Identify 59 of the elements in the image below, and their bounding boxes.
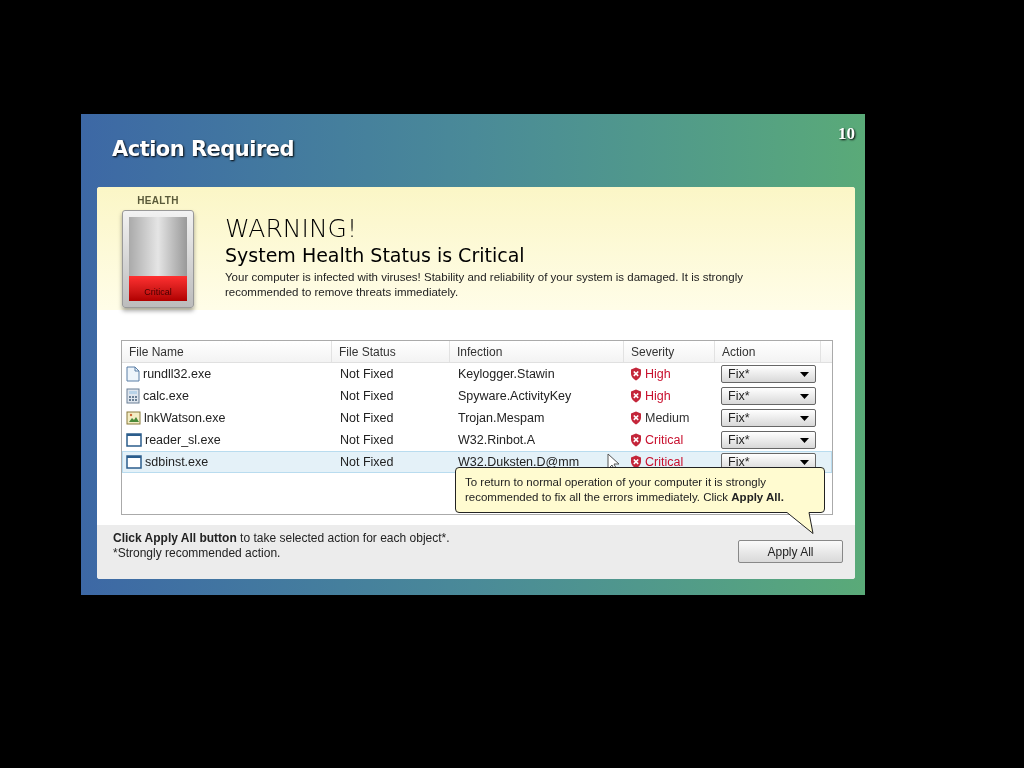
severity-label: Critical <box>645 453 684 471</box>
column-header[interactable]: File Name <box>122 341 332 362</box>
health-status: Critical <box>144 285 172 299</box>
table-cell-text: calc.exe <box>143 387 189 405</box>
column-header[interactable]: File Status <box>332 341 450 362</box>
table-cell: W32.Duksten.D@mm <box>458 454 580 469</box>
table-cell-text: reader_sl.exe <box>145 431 221 449</box>
caret-icon <box>800 371 809 377</box>
table-row[interactable]: reader_sl.exe Not Fixed W32.Rinbot.A Critical Fix* <box>122 429 832 451</box>
caret-icon <box>800 437 809 443</box>
table-row[interactable]: lnkWatson.exe Not Fixed Trojan.Mespam Medium Fix* <box>122 407 832 429</box>
shield-icon <box>630 411 642 425</box>
table-cell: W32.Rinbot.A <box>458 432 536 447</box>
column-header[interactable]: Action <box>715 341 821 362</box>
table-cell-text: rundll32.exe <box>143 365 212 383</box>
table-cell-text: Not Fixed <box>339 431 395 449</box>
action-dropdown[interactable]: Fix* <box>721 431 816 449</box>
document-icon <box>126 366 140 382</box>
countdown-timer: 10 <box>838 123 855 145</box>
table-row[interactable]: calc.exe Not Fixed Spyware.ActivityKey High Fix* <box>122 385 832 407</box>
table-cell-text: lnkWatson.exe <box>144 409 226 427</box>
warning-subheading: System Health Status is Critical <box>225 243 526 267</box>
table-cell-text: Not Fixed <box>339 387 395 405</box>
column-header[interactable]: Severity <box>624 341 715 362</box>
window-title: Action Required <box>112 136 294 163</box>
shield-icon <box>630 455 642 469</box>
image-icon <box>126 410 141 426</box>
table-cell: Keylogger.Stawin <box>458 366 555 381</box>
shield-icon <box>630 367 642 381</box>
shield-icon <box>630 433 642 447</box>
severity-label: High <box>645 365 671 383</box>
health-label: HEALTH <box>137 194 179 208</box>
table-row[interactable]: rundll32.exe Not Fixed Keylogger.Stawin High Fix* <box>122 363 832 385</box>
table-cell: Trojan.Mespam <box>458 410 545 425</box>
action-dropdown[interactable]: Fix* <box>721 409 816 427</box>
severity-label: Critical <box>645 431 684 449</box>
action-dropdown[interactable]: Fix* <box>721 387 816 405</box>
footer-footnote: *Strongly recommended action. <box>113 546 282 561</box>
calculator-icon <box>126 388 140 404</box>
warning-message: Your computer is infected with viruses! Stability and reliability of your system is damaged. It is strongly recommended to remove threats immediately. <box>225 270 744 300</box>
table-cell-text: Not Fixed <box>339 453 395 471</box>
warning-heading: WARNING! <box>225 215 358 243</box>
severity-label: High <box>645 387 671 405</box>
table-cell-text: Not Fixed <box>339 409 395 427</box>
table-cell: Spyware.ActivityKey <box>458 388 572 403</box>
action-dropdown[interactable]: Fix* <box>721 365 816 383</box>
window-icon <box>126 433 142 447</box>
window-icon <box>126 455 142 469</box>
caret-icon <box>800 415 809 421</box>
column-header[interactable]: Infection <box>450 341 624 362</box>
footer-note: Click Apply All button to take selected action for each object*. <box>113 531 450 546</box>
caret-icon <box>800 393 809 399</box>
apply-all-button[interactable]: Apply All <box>738 540 843 563</box>
tooltip-text: To return to normal operation of your computer it is strongly recommended to fix all the errors immediately. Click Apply All. <box>465 475 785 505</box>
severity-label: Medium <box>645 409 690 427</box>
caret-icon <box>800 459 809 465</box>
table-cell-text: Not Fixed <box>339 365 395 383</box>
table-cell-text: sdbinst.exe <box>145 453 209 471</box>
shield-icon <box>630 389 642 403</box>
